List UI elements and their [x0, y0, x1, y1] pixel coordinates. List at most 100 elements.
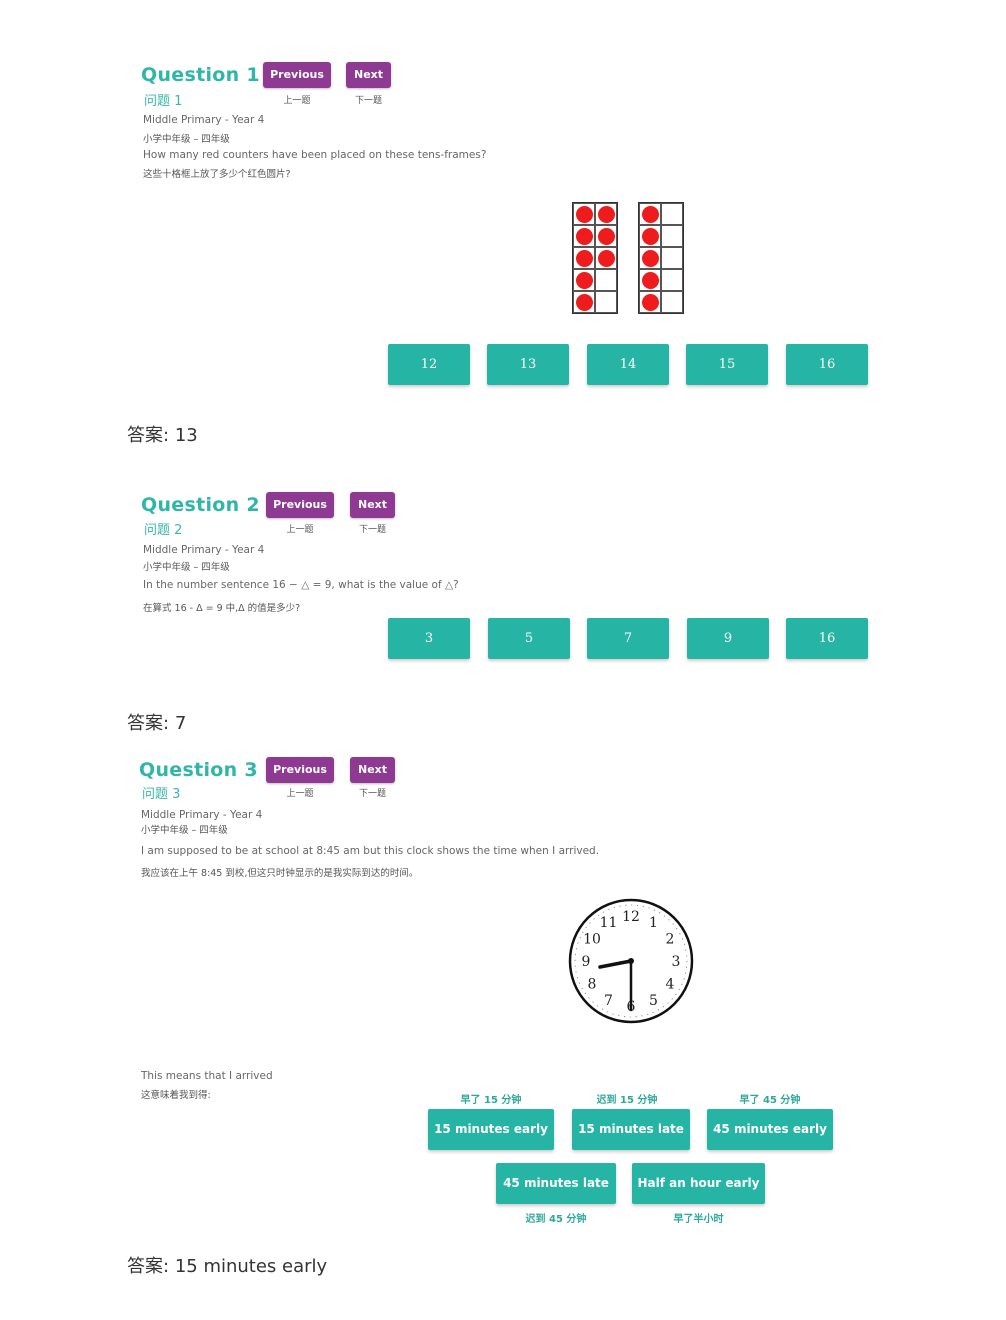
tens-frame-cell: [661, 247, 683, 269]
question-text-cn: 我应该在上午 8:45 到校,但这只时钟显示的是我实际到达的时间。: [141, 868, 419, 879]
option-caption: 迟到 15 分钟: [596, 1095, 658, 1106]
tens-frame-cell: [595, 291, 617, 313]
previous-button[interactable]: Previous: [266, 757, 334, 783]
answer-label: 答案:: [127, 425, 170, 446]
clock-numeral: 3: [672, 954, 681, 970]
option-caption: 早了 45 分钟: [739, 1095, 801, 1106]
tens-frame-cell: [595, 225, 617, 247]
answer-option-16[interactable]: 16: [786, 344, 868, 385]
red-counter: [642, 250, 659, 267]
answer-option-15-minutes-early[interactable]: 15 minutes early: [428, 1109, 554, 1150]
question-title: Question 1: [141, 64, 260, 86]
answer-option-5[interactable]: 5: [488, 618, 570, 659]
answer-value: 7: [174, 713, 187, 734]
tens-frame-cell: [639, 225, 661, 247]
red-counter: [598, 228, 615, 245]
red-counter: [598, 206, 615, 223]
clock-numeral: 7: [604, 993, 613, 1009]
tens-frame-cell: [639, 247, 661, 269]
next-button[interactable]: Next: [350, 757, 395, 783]
level-text-cn: 小学中年级 – 四年级: [143, 562, 230, 573]
next-caption: 下一题: [354, 96, 382, 106]
question-title: Question 3: [139, 759, 258, 781]
tens-frame-cell: [661, 203, 683, 225]
red-counter: [642, 206, 659, 223]
tens-frame-cell: [595, 269, 617, 291]
clock-numeral: 2: [666, 932, 675, 948]
question-text: How many red counters have been placed o…: [143, 149, 487, 161]
question-title-cn: 问题 3: [142, 787, 181, 802]
tens-frame-cell: [595, 247, 617, 269]
red-counter: [598, 250, 615, 267]
answer-label: 答案:: [127, 1256, 170, 1277]
red-counter: [576, 206, 593, 223]
clock-numeral: 1: [649, 915, 658, 931]
answer-option-45-minutes-late[interactable]: 45 minutes late: [496, 1163, 616, 1204]
answer-option-15[interactable]: 15: [686, 344, 768, 385]
red-counter: [576, 250, 593, 267]
clock-numeral: 8: [588, 977, 597, 993]
answer-line: 答案: 7: [127, 709, 186, 735]
answer-option-3[interactable]: 3: [388, 618, 470, 659]
answer-option-half-an-hour-early[interactable]: Half an hour early: [632, 1163, 765, 1204]
next-caption: 下一题: [358, 525, 386, 535]
red-counter: [642, 272, 659, 289]
answer-option-16[interactable]: 16: [786, 618, 868, 659]
answer-line: 答案: 13: [127, 421, 198, 447]
question-title-cn: 问题 1: [144, 94, 183, 109]
prompt-text-cn: 这意味着我到得:: [141, 1090, 211, 1101]
answer-value: 15 minutes early: [174, 1256, 328, 1277]
answer-option-13[interactable]: 13: [487, 344, 569, 385]
clock-icon: 121234567891011: [568, 898, 694, 1024]
answer-value: 13: [174, 425, 198, 446]
level-text-cn: 小学中年级 – 四年级: [141, 825, 228, 836]
tens-frame-cell: [595, 203, 617, 225]
option-caption: 迟到 45 分钟: [525, 1214, 587, 1225]
clock-numeral: 10: [583, 932, 601, 948]
next-button[interactable]: Next: [346, 62, 391, 88]
answer-option-7[interactable]: 7: [587, 618, 669, 659]
question-title: Question 2: [141, 494, 260, 516]
answer-option-12[interactable]: 12: [388, 344, 470, 385]
clock-numeral: 12: [622, 909, 640, 925]
red-counter: [576, 228, 593, 245]
red-counter: [642, 228, 659, 245]
answer-option-15-minutes-late[interactable]: 15 minutes late: [572, 1109, 690, 1150]
level-text: Middle Primary - Year 4: [143, 544, 265, 556]
previous-button[interactable]: Previous: [263, 62, 331, 88]
previous-button[interactable]: Previous: [266, 492, 334, 518]
clock-numeral: 5: [649, 993, 658, 1009]
tens-frame-cell: [573, 269, 595, 291]
question-title-cn: 问题 2: [144, 523, 183, 538]
clock-numeral: 9: [582, 954, 591, 970]
tens-frame-cell: [573, 247, 595, 269]
tens-frame-cell: [661, 269, 683, 291]
clock-numeral: 4: [666, 977, 675, 993]
tens-frame-cell: [639, 291, 661, 313]
prompt-text: This means that I arrived: [141, 1070, 273, 1082]
previous-caption: 上一题: [283, 96, 311, 106]
previous-caption: 上一题: [286, 525, 314, 535]
previous-caption: 上一题: [286, 789, 314, 799]
option-caption: 早了半小时: [673, 1214, 724, 1225]
tens-frame-cell: [661, 291, 683, 313]
red-counter: [576, 272, 593, 289]
answer-label: 答案:: [127, 713, 170, 734]
answer-option-45-minutes-early[interactable]: 45 minutes early: [707, 1109, 833, 1150]
answer-line: 答案: 15 minutes early: [127, 1252, 327, 1278]
level-text: Middle Primary - Year 4: [143, 114, 265, 126]
tens-frame-cell: [661, 225, 683, 247]
question-text-cn: 在算式 16 - Δ = 9 中,Δ 的值是多少?: [143, 603, 301, 614]
question-text: I am supposed to be at school at 8:45 am…: [141, 845, 600, 857]
tens-frame-cell: [573, 225, 595, 247]
tens-frame-cell: [639, 269, 661, 291]
question-text-cn: 这些十格框上放了多少个红色圆片?: [143, 169, 291, 180]
answer-option-14[interactable]: 14: [587, 344, 669, 385]
next-button[interactable]: Next: [350, 492, 395, 518]
option-caption: 早了 15 分钟: [460, 1095, 522, 1106]
level-text-cn: 小学中年级 – 四年级: [143, 134, 230, 145]
level-text: Middle Primary - Year 4: [141, 809, 263, 821]
tens-frame-cell: [573, 291, 595, 313]
question-text: In the number sentence 16 − △ = 9, what …: [143, 579, 459, 591]
answer-option-9[interactable]: 9: [687, 618, 769, 659]
